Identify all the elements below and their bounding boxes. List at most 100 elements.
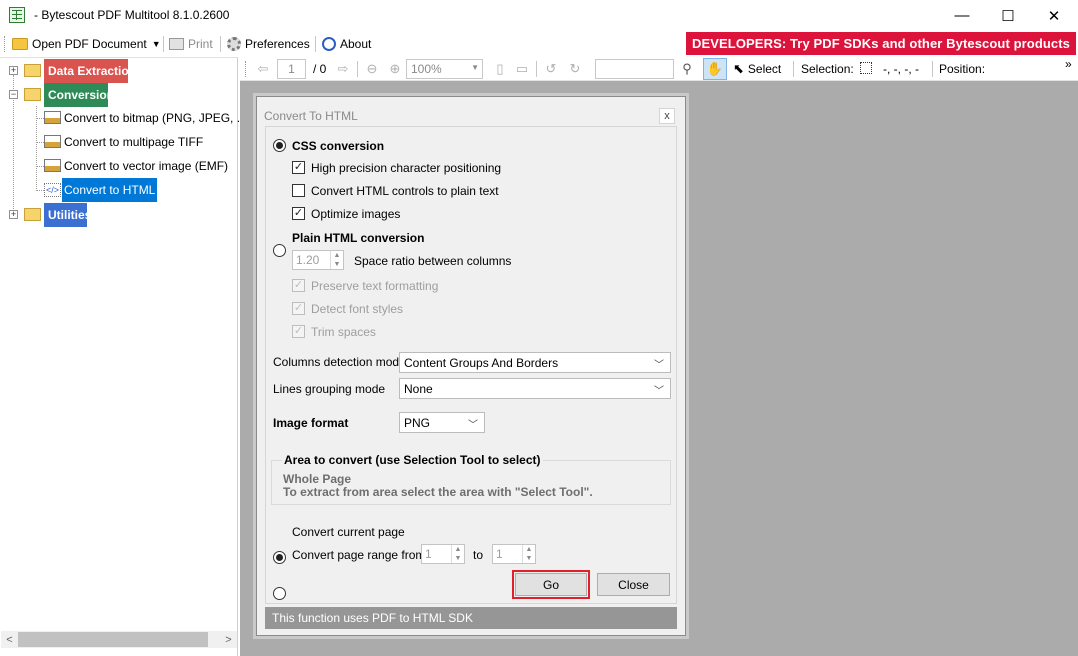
image-format-value: PNG: [404, 415, 431, 430]
controls-plain-text-label: Convert HTML controls to plain text: [311, 184, 499, 198]
fit-width-icon[interactable]: ▭: [513, 60, 531, 78]
tools-tree-panel: + Data Extraction − Conversion Convert t…: [0, 57, 251, 656]
dropdown-arrow-icon[interactable]: ▼: [152, 39, 161, 49]
tree-line: [36, 166, 44, 167]
columns-mode-label: Columns detection mode: [273, 355, 406, 369]
folder-icon: [24, 208, 41, 221]
developers-banner[interactable]: DEVELOPERS: Try PDF SDKs and other Bytes…: [686, 32, 1076, 55]
stepper-arrows-icon[interactable]: ▲ ▼: [451, 545, 464, 563]
chevron-down-icon: ﹀: [468, 420, 478, 431]
toolbar-grip: [245, 61, 246, 77]
tree-item-convert-emf[interactable]: Convert to vector image (EMF): [62, 156, 230, 176]
minimize-button[interactable]: —: [939, 0, 985, 31]
range-to-stepper[interactable]: 1 ▲ ▼: [492, 544, 536, 564]
toolbar-separator: [163, 36, 164, 52]
tiff-icon: [44, 135, 61, 148]
open-folder-icon: [24, 88, 41, 101]
expand-utilities-toggle[interactable]: +: [9, 210, 18, 219]
toolbar-separator: [536, 61, 537, 77]
convert-current-page-radio[interactable]: [273, 551, 286, 564]
zoom-in-icon[interactable]: ⊕: [386, 60, 404, 78]
select-tool-button[interactable]: ⬉ Select: [733, 61, 781, 77]
convert-current-page-label: Convert current page: [292, 525, 405, 539]
close-dialog-button[interactable]: Close: [597, 573, 670, 596]
css-conversion-radio[interactable]: [273, 139, 286, 152]
title-bar: - Bytescout PDF Multitool 8.1.0.2600 — ☐…: [0, 0, 1078, 31]
zoom-out-icon[interactable]: ⊖: [363, 60, 381, 78]
toolbar-overflow-icon[interactable]: »: [1065, 57, 1072, 71]
page-number-input[interactable]: 1: [277, 59, 306, 79]
rotate-right-icon[interactable]: ↻: [566, 60, 584, 78]
tree-line: [36, 118, 44, 119]
next-page-icon[interactable]: ⇨: [334, 60, 352, 78]
optimize-images-checkbox[interactable]: ✓: [292, 207, 305, 220]
open-pdf-button[interactable]: Open PDF Document ▼: [12, 35, 161, 53]
css-conversion-label: CSS conversion: [292, 139, 385, 153]
rotate-left-icon[interactable]: ↺: [542, 60, 560, 78]
trim-spaces-checkbox[interactable]: ✓: [292, 325, 305, 338]
tree-category-conversion[interactable]: Conversion: [44, 83, 108, 107]
scroll-left-icon[interactable]: <: [1, 631, 18, 648]
high-precision-checkbox[interactable]: ✓: [292, 161, 305, 174]
stepper-arrows-icon[interactable]: ▲ ▼: [330, 251, 343, 269]
collapse-conversion-toggle[interactable]: −: [9, 90, 18, 99]
plain-html-label: Plain HTML conversion: [292, 231, 425, 245]
window-title: - Bytescout PDF Multitool 8.1.0.2600: [34, 8, 230, 22]
selection-value: -, -, -, -: [883, 62, 919, 76]
hand-tool-icon[interactable]: ✋: [703, 58, 727, 80]
preferences-button[interactable]: Preferences: [227, 35, 310, 53]
tree-category-data-extraction[interactable]: Data Extraction: [44, 59, 128, 83]
tree-item-convert-tiff[interactable]: Convert to multipage TIFF: [62, 132, 205, 152]
area-group-title: Area to convert (use Selection Tool to s…: [282, 453, 543, 467]
print-button[interactable]: Print: [169, 35, 213, 53]
printer-icon: [169, 38, 184, 50]
stepper-arrows-icon[interactable]: ▲ ▼: [522, 545, 535, 563]
go-button[interactable]: Go: [515, 573, 587, 596]
preserve-formatting-checkbox[interactable]: ✓: [292, 279, 305, 292]
dialog-close-icon[interactable]: x: [659, 108, 675, 124]
space-ratio-value: 1.20: [296, 253, 320, 267]
convert-page-range-radio[interactable]: [273, 587, 286, 600]
image-format-select[interactable]: PNG ﹀: [399, 412, 485, 433]
space-ratio-stepper[interactable]: 1.20 ▲ ▼: [292, 250, 344, 270]
about-button[interactable]: About: [322, 35, 371, 53]
toolbar-separator: [793, 61, 794, 77]
convert-to-html-dialog: Convert To HTML x CSS conversion ✓ High …: [256, 96, 686, 636]
toolbar-grip: [4, 36, 6, 52]
lines-mode-select[interactable]: None ﹀: [399, 378, 671, 399]
search-input[interactable]: [595, 59, 674, 79]
range-from-stepper[interactable]: 1 ▲ ▼: [421, 544, 465, 564]
find-binoculars-icon[interactable]: ⚲: [678, 60, 696, 78]
optimize-images-label: Optimize images: [311, 207, 401, 221]
convert-page-range-label: Convert page range from: [292, 548, 426, 562]
zoom-value: 100%: [411, 62, 442, 76]
maximize-button[interactable]: ☐: [985, 0, 1031, 31]
zoom-combo[interactable]: 100% ▼: [406, 59, 483, 79]
detect-fonts-checkbox[interactable]: ✓: [292, 302, 305, 315]
area-whole-page: Whole Page: [283, 472, 352, 486]
dialog-content: CSS conversion ✓ High precision characte…: [265, 126, 677, 604]
tree-item-convert-html[interactable]: Convert to HTML: [62, 178, 158, 202]
open-pdf-label: Open PDF Document: [32, 37, 147, 51]
fit-page-icon[interactable]: ▯: [491, 60, 509, 78]
toolbar-separator: [220, 36, 221, 52]
plain-html-radio[interactable]: [273, 244, 286, 257]
folder-icon: [24, 64, 41, 77]
tree-category-utilities[interactable]: Utilities: [44, 203, 87, 227]
toolbar-separator: [357, 61, 358, 77]
range-from-value: 1: [425, 547, 432, 561]
dialog-footer: This function uses PDF to HTML SDK: [265, 607, 677, 629]
about-icon: [322, 37, 336, 51]
scrollbar-thumb[interactable]: [18, 632, 208, 647]
cursor-arrow-icon: ⬉: [733, 61, 744, 76]
tree-item-convert-bitmap[interactable]: Convert to bitmap (PNG, JPEG, ...): [62, 108, 253, 128]
prev-page-icon[interactable]: ⇦: [254, 60, 272, 78]
tree-horizontal-scrollbar[interactable]: < >: [1, 631, 237, 648]
controls-plain-text-checkbox[interactable]: [292, 184, 305, 197]
app-icon: [9, 7, 25, 23]
scroll-right-icon[interactable]: >: [220, 631, 237, 648]
close-window-button[interactable]: ✕: [1031, 0, 1077, 31]
columns-mode-select[interactable]: Content Groups And Borders ﹀: [399, 352, 671, 373]
expand-data-extraction-toggle[interactable]: +: [9, 66, 18, 75]
dropdown-arrow-icon[interactable]: ▼: [471, 63, 479, 72]
